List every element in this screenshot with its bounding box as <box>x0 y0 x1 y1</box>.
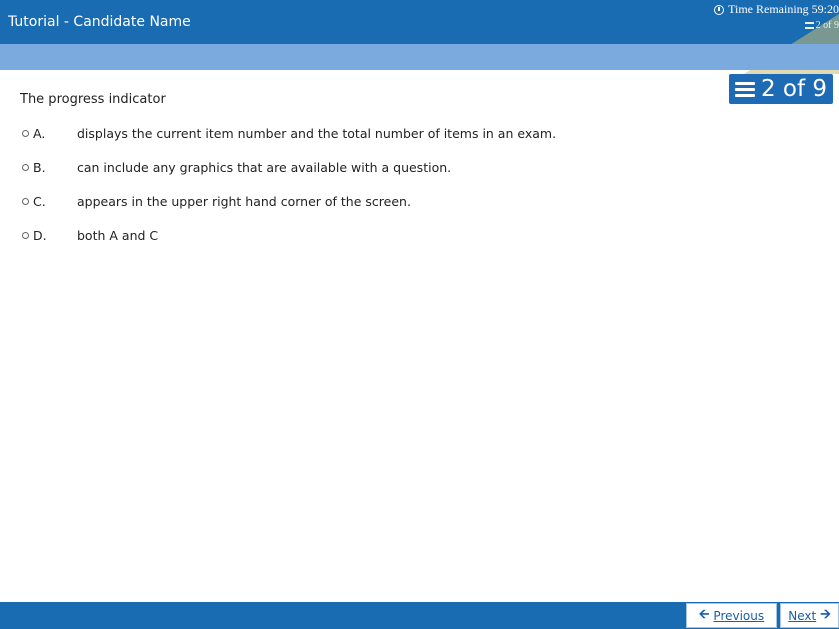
option-a[interactable]: A. displays the current item number and … <box>22 116 822 150</box>
arrow-right-icon: 🡪 <box>820 606 831 622</box>
mini-progress-indicator: 2 of 9 <box>804 20 839 31</box>
answer-options: A. displays the current item number and … <box>22 116 822 252</box>
arrow-left-icon: 🡨 <box>698 606 710 622</box>
time-remaining-text: Time Remaining 59:20 <box>728 2 839 16</box>
radio-button[interactable] <box>22 197 29 205</box>
radio-button[interactable] <box>22 231 29 239</box>
list-icon <box>734 79 755 99</box>
toolbar-strip <box>0 44 839 70</box>
progress-indicator: 2 of 9 <box>728 74 833 104</box>
radio-button[interactable] <box>22 129 29 137</box>
option-letter: A. <box>33 125 46 141</box>
next-button[interactable]: Next 🡪 <box>780 603 839 628</box>
radio-button[interactable] <box>22 163 29 171</box>
previous-button[interactable]: 🡨 Previous <box>686 603 777 628</box>
time-remaining: Time Remaining 59:20 <box>714 2 839 17</box>
header-bar: Tutorial - Candidate Name Time Remaining… <box>0 0 839 74</box>
option-letter: D. <box>33 227 47 243</box>
page-title: Tutorial - Candidate Name <box>8 14 191 30</box>
option-letter: C. <box>33 193 46 209</box>
option-c[interactable]: C. appears in the upper right hand corne… <box>22 184 822 218</box>
next-label: Next <box>788 608 817 623</box>
option-text: displays the current item number and the… <box>77 125 557 141</box>
progress-list-icon <box>804 22 814 29</box>
option-text: can include any graphics that are availa… <box>77 159 452 175</box>
clock-icon <box>714 4 725 15</box>
previous-label: Previous <box>713 608 765 623</box>
option-text: both A and C <box>77 227 159 243</box>
option-text: appears in the upper right hand corner o… <box>77 193 411 209</box>
header-status-area: Time Remaining 59:20 2 of 9 <box>649 0 839 74</box>
option-d[interactable]: D. both A and C <box>22 218 822 252</box>
mini-progress-text: 2 of 9 <box>815 20 839 31</box>
progress-indicator-text: 2 of 9 <box>760 76 827 102</box>
question-stem: The progress indicator <box>20 92 166 107</box>
option-letter: B. <box>33 159 46 175</box>
option-b[interactable]: B. can include any graphics that are ava… <box>22 150 822 184</box>
